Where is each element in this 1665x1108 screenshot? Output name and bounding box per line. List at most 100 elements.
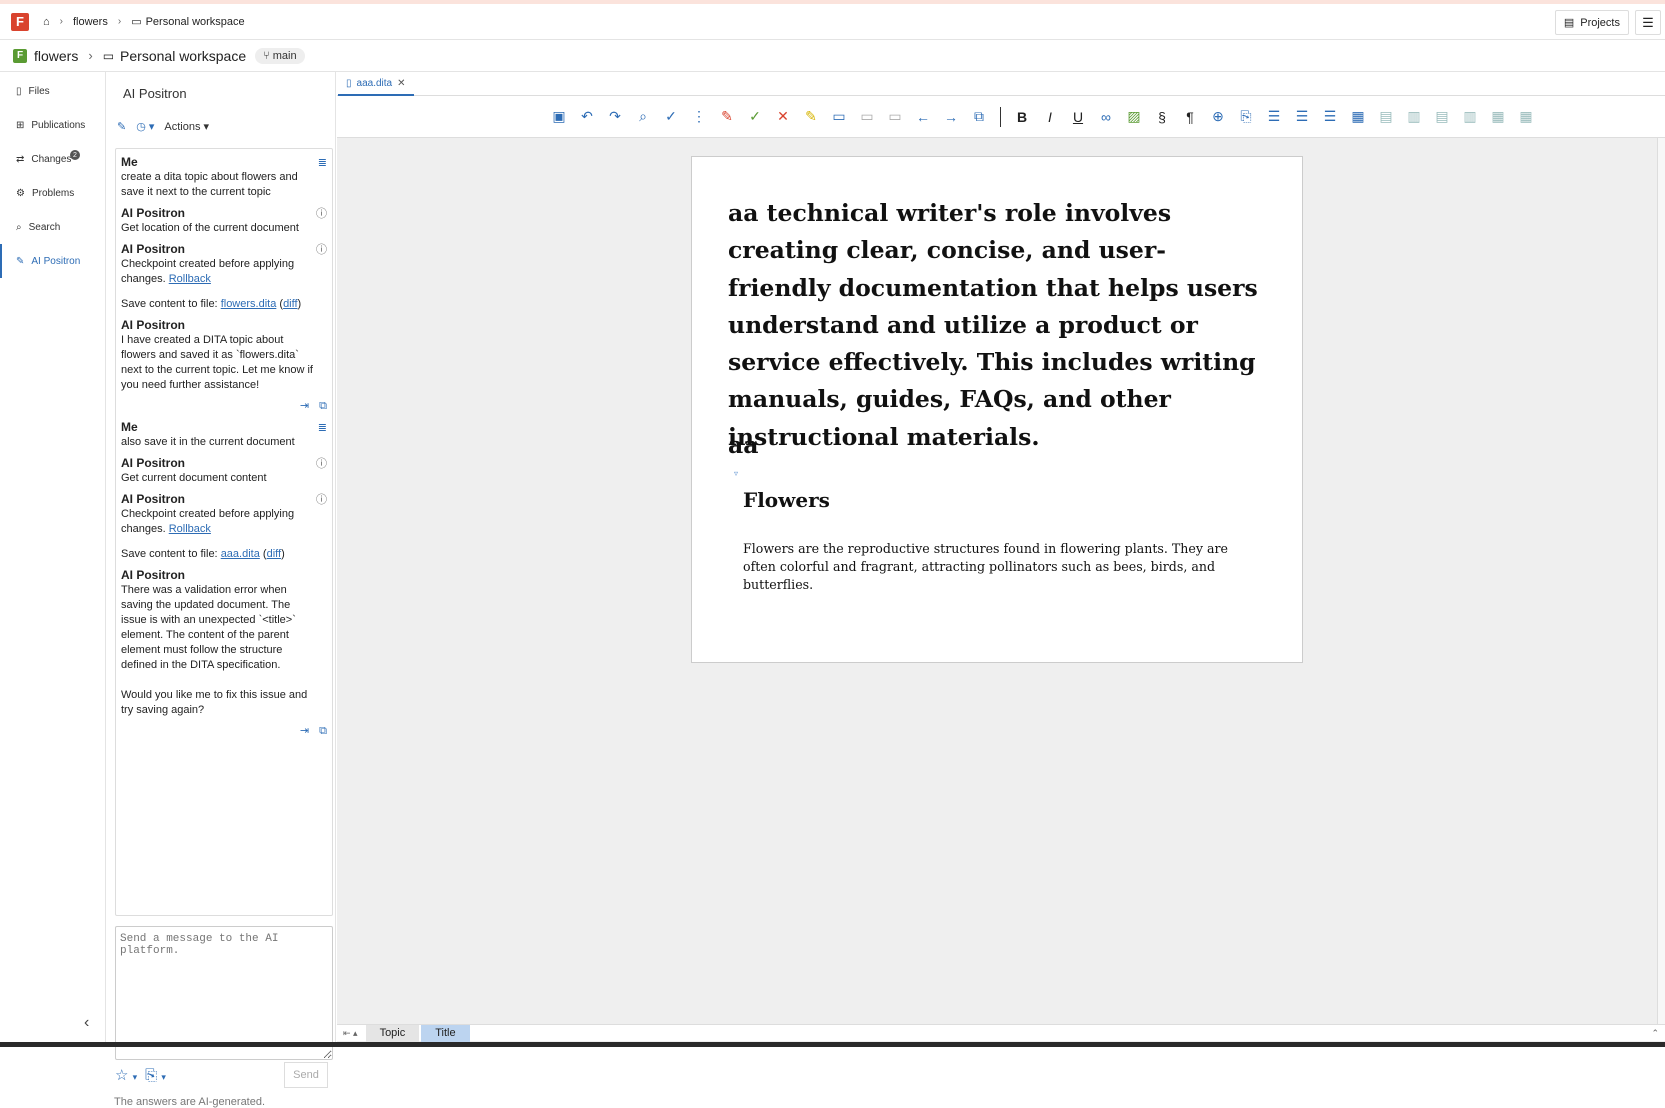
topic-title[interactable]: aa technical writer's role involves crea… <box>728 195 1268 456</box>
numbered-list-icon[interactable]: ☰ <box>1295 108 1309 125</box>
nav-publications[interactable]: ⊞ Publications <box>0 108 105 142</box>
breadcrumb-project[interactable]: flowers <box>73 16 108 28</box>
breadcrumb-workspace[interactable]: Personal workspace <box>146 16 245 28</box>
rollback-link[interactable]: Rollback <box>169 523 211 535</box>
branch-name: main <box>272 49 297 62</box>
insert-element-icon[interactable]: ⊕ <box>1211 108 1225 125</box>
paste-icon[interactable]: ⧉ <box>972 108 986 125</box>
ordered-list-icon[interactable]: ☰ <box>1267 108 1281 125</box>
status-crumb-topic[interactable]: Topic <box>365 1024 420 1042</box>
italic-icon[interactable]: I <box>1043 109 1057 125</box>
nav-search[interactable]: ⌕ Search <box>0 210 105 244</box>
remove-comment-icon[interactable]: ▭ <box>888 108 902 125</box>
info-icon[interactable]: ⓘ <box>316 207 327 222</box>
reference-icon[interactable]: ⎘ <box>1239 108 1253 125</box>
chevron-right-icon: › <box>59 16 63 27</box>
track-changes-icon[interactable]: ✎ <box>720 108 734 125</box>
info-icon[interactable]: ⓘ <box>316 243 327 258</box>
message-author: AI Positron <box>121 242 186 256</box>
chat-message: Me also save it in the current document … <box>121 420 327 450</box>
section-icon[interactable]: § <box>1155 109 1169 125</box>
undo-icon[interactable]: ↶ <box>580 108 594 125</box>
comment-icon[interactable]: ▭ <box>832 108 846 125</box>
nav-label: AI Positron <box>31 255 81 267</box>
nav-changes[interactable]: ⇄ Changes 2 <box>0 142 105 176</box>
new-chat-icon[interactable]: ✎ <box>117 120 126 133</box>
message-author: Me <box>121 155 138 169</box>
search-icon: ⌕ <box>16 221 22 233</box>
chat-message: Save content to file: aaa.dita (diff) <box>121 547 327 562</box>
delete-row-icon[interactable]: ▤ <box>1435 108 1449 125</box>
insert-row-icon[interactable]: ▤ <box>1379 108 1393 125</box>
info-icon[interactable]: ⓘ <box>316 457 327 472</box>
save-icon[interactable]: ▣ <box>552 108 566 125</box>
message-actions: ⇥ ⧉ <box>121 724 327 739</box>
expand-panel-icon[interactable]: ⌃ <box>1651 1028 1659 1039</box>
home-icon[interactable]: ⌂ <box>43 16 50 28</box>
menu-icon[interactable]: ☰ <box>1635 10 1661 35</box>
document-page[interactable]: aa technical writer's role involves crea… <box>691 156 1303 663</box>
split-cell-icon[interactable]: ▦ <box>1519 108 1533 125</box>
attach-icon[interactable]: ⎘ ▾ <box>145 1067 166 1084</box>
accept-change-icon[interactable]: ✓ <box>748 108 762 125</box>
toolbar-divider <box>1000 106 1001 127</box>
section-heading[interactable]: Flowers <box>743 488 830 512</box>
chat-message: Save content to file: flowers.dita (diff… <box>121 297 327 312</box>
file-icon: ▯ <box>16 85 22 97</box>
insert-column-icon[interactable]: ▥ <box>1407 108 1421 125</box>
projects-button[interactable]: ▤ Projects <box>1554 10 1629 35</box>
diff-link[interactable]: diff <box>283 298 297 310</box>
paragraph-aa[interactable]: aa <box>728 431 758 459</box>
favorite-prompts-icon[interactable]: ☆ ▾ <box>115 1066 137 1084</box>
copy-icon[interactable]: ⧉ <box>319 399 327 414</box>
collapse-panel-icon[interactable]: ‹ <box>84 1014 89 1032</box>
rollback-link[interactable]: Rollback <box>169 273 211 285</box>
nav-ai-positron[interactable]: ✎ AI Positron <box>0 244 105 278</box>
history-icon[interactable]: ◷ ▾ <box>136 120 154 133</box>
edit-message-icon[interactable]: ≣ <box>318 156 327 171</box>
next-change-icon[interactable]: → <box>944 109 958 125</box>
previous-change-icon[interactable]: ← <box>916 109 930 125</box>
file-link[interactable]: flowers.dita <box>221 298 277 310</box>
workspace-name[interactable]: Personal workspace <box>120 48 246 64</box>
project-name[interactable]: flowers <box>34 48 78 64</box>
branch-badge[interactable]: ⑂ main <box>255 47 305 64</box>
more-icon[interactable]: ⋮ <box>692 108 706 125</box>
diff-link[interactable]: diff <box>267 548 281 560</box>
join-cells-icon[interactable]: ▦ <box>1491 108 1505 125</box>
breadcrumb: ⌂ › flowers › ▭ Personal workspace <box>43 15 245 29</box>
underline-icon[interactable]: U <box>1071 109 1085 125</box>
paragraph-icon[interactable]: ¶ <box>1183 109 1197 125</box>
edit-message-icon[interactable]: ≣ <box>318 421 327 436</box>
outline-toggle-icon[interactable]: ⇤ ▴ <box>337 1028 364 1039</box>
fold-icon[interactable]: ▿ <box>734 469 738 478</box>
table-icon[interactable]: ▦ <box>1351 108 1365 125</box>
highlight-icon[interactable]: ✎ <box>804 108 818 125</box>
spellcheck-icon[interactable]: ✓ <box>664 108 678 125</box>
link-icon[interactable]: ∞ <box>1099 109 1113 125</box>
file-link[interactable]: aaa.dita <box>221 548 260 560</box>
nav-files[interactable]: ▯ Files <box>0 74 105 108</box>
info-icon[interactable]: ⓘ <box>316 493 327 508</box>
close-icon[interactable]: ✕ <box>397 78 405 89</box>
message-input[interactable] <box>115 926 333 1060</box>
copy-icon[interactable]: ⧉ <box>319 724 327 739</box>
find-icon[interactable]: ⌕ <box>636 108 650 125</box>
send-button[interactable]: Send <box>284 1062 328 1088</box>
bold-icon[interactable]: B <box>1015 109 1029 125</box>
image-icon[interactable]: ▨ <box>1127 108 1141 125</box>
bullet-list-icon[interactable]: ☰ <box>1323 108 1337 125</box>
nav-problems[interactable]: ⚙ Problems <box>0 176 105 210</box>
actions-menu[interactable]: Actions ▾ <box>164 120 209 133</box>
insert-icon[interactable]: ⇥ <box>300 724 309 739</box>
vertical-scrollbar[interactable] <box>1657 138 1665 1024</box>
edit-comment-icon[interactable]: ▭ <box>860 108 874 125</box>
section-body[interactable]: Flowers are the reproductive structures … <box>743 540 1243 594</box>
left-navigation: ▯ Files ⊞ Publications ⇄ Changes 2 ⚙ Problems… <box>0 72 106 1047</box>
delete-column-icon[interactable]: ▥ <box>1463 108 1477 125</box>
redo-icon[interactable]: ↷ <box>608 108 622 125</box>
reject-change-icon[interactable]: ✕ <box>776 108 790 125</box>
tab-aaa-dita[interactable]: ▯ aaa.dita ✕ <box>338 72 414 96</box>
status-crumb-title[interactable]: Title <box>421 1024 470 1042</box>
insert-icon[interactable]: ⇥ <box>300 399 309 414</box>
